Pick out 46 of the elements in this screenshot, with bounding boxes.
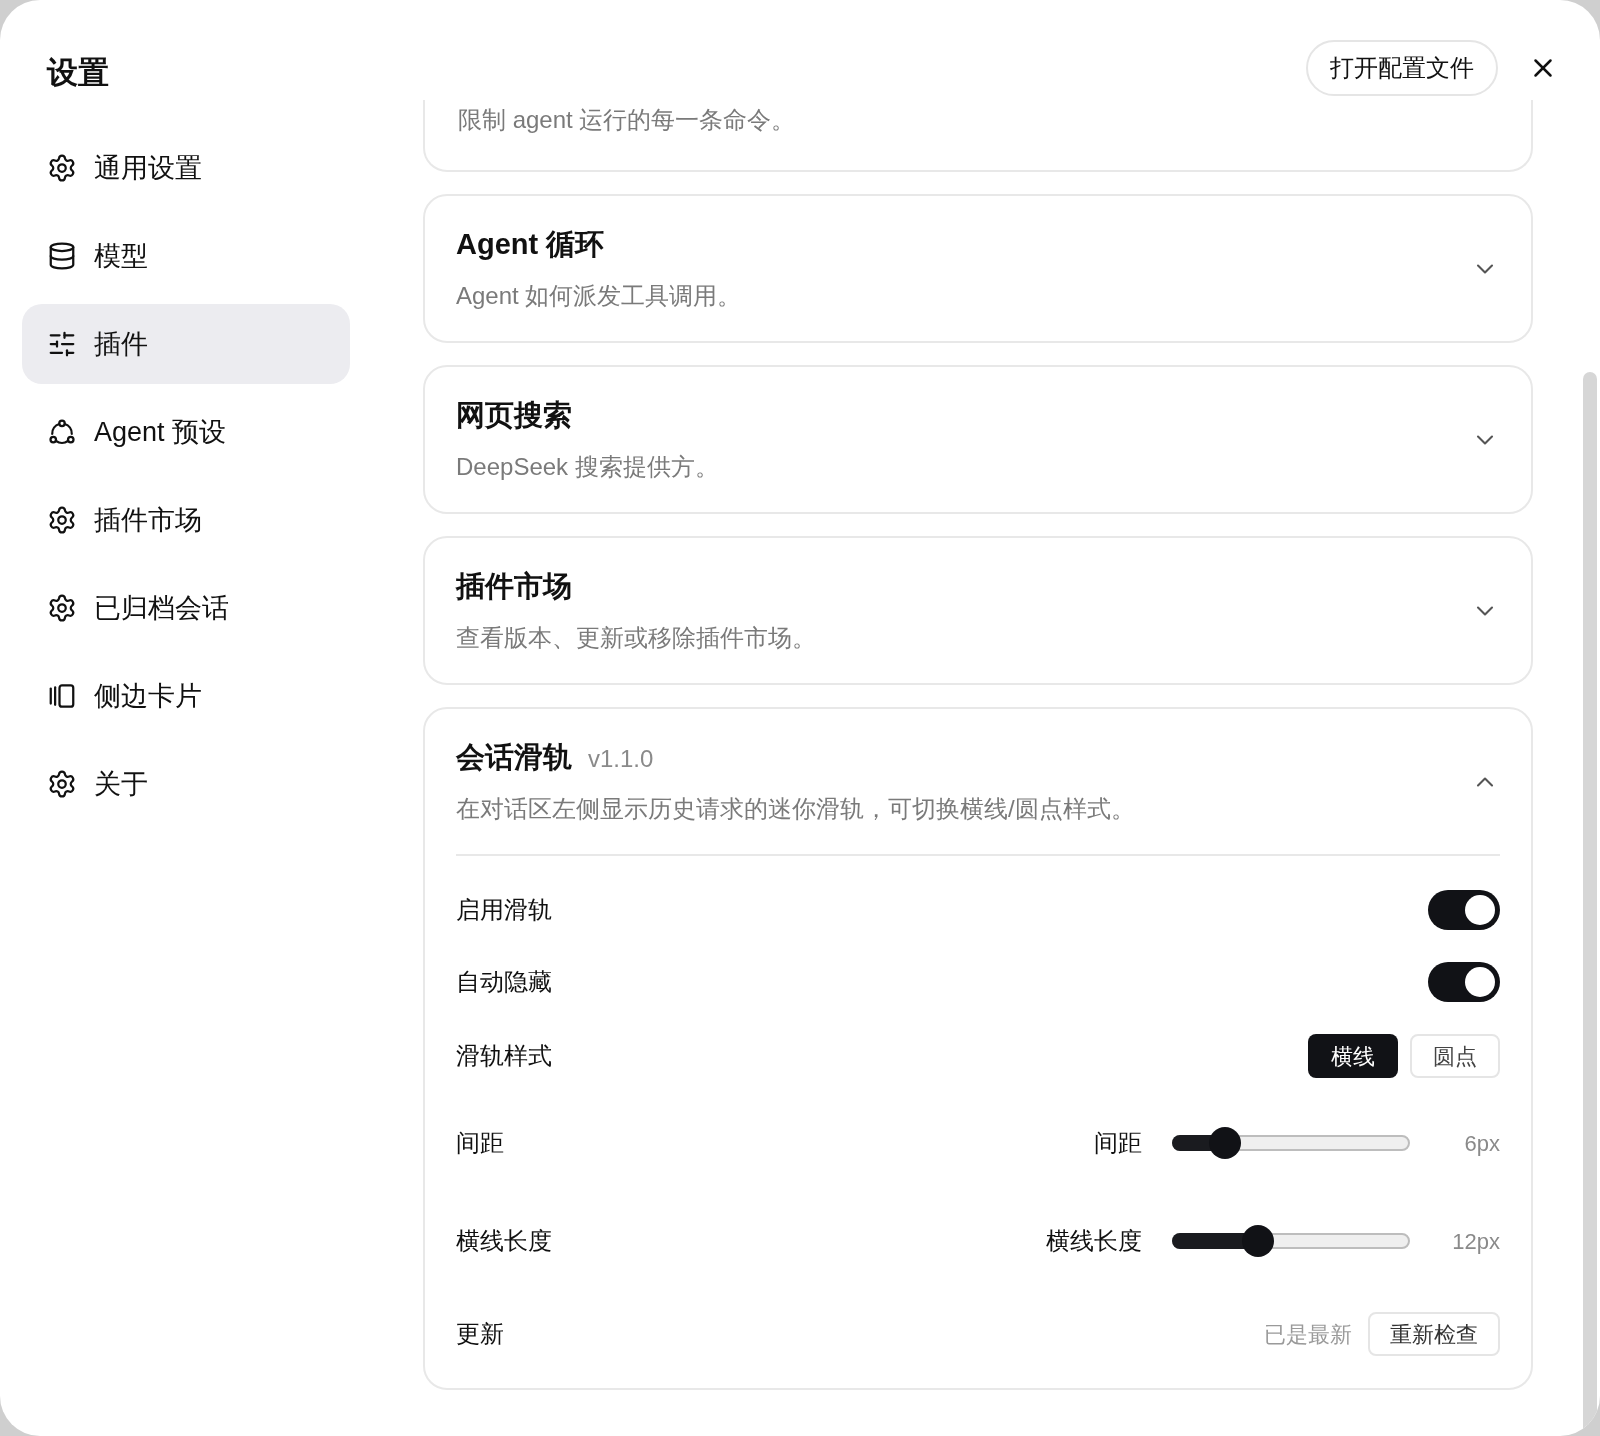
slider-thumb[interactable] [1242, 1225, 1275, 1257]
toggle-switch[interactable] [1428, 962, 1500, 1002]
toggle-switch[interactable] [1428, 890, 1500, 930]
sidebar-item[interactable]: 插件 [22, 304, 350, 384]
setting-label: 更新 [456, 1319, 504, 1349]
sidebar-item[interactable]: 模型 [22, 216, 350, 296]
sidebar-item[interactable]: 关于 [22, 744, 350, 824]
style-option[interactable]: 圆点 [1410, 1034, 1500, 1078]
setting-label: 自动隐藏 [456, 967, 552, 997]
card-title: Agent 循环 [456, 226, 605, 262]
gear-icon [47, 769, 77, 799]
sidebar-item[interactable]: 侧边卡片 [22, 656, 350, 736]
sliders-icon [47, 329, 77, 359]
slider-value: 6px [1463, 1129, 1500, 1158]
open-config-button[interactable]: 打开配置文件 [1306, 40, 1498, 96]
window-title: 设置 [47, 54, 109, 92]
sidebar-item[interactable]: 通用设置 [22, 128, 350, 208]
setting-label: 滑轨样式 [456, 1041, 552, 1071]
cards-icon [47, 681, 77, 711]
version-label: v1.1.0 [588, 743, 654, 774]
card-title: 网页搜索 [456, 397, 572, 433]
gear-icon [47, 153, 77, 183]
sidebar-item[interactable]: Agent 预设 [22, 392, 350, 472]
update-status: 已是最新 [1264, 1320, 1352, 1349]
card-description: Agent 如何派发工具调用。 [456, 281, 742, 312]
card-title: 插件市场 [456, 568, 572, 604]
card-description: 在对话区左侧显示历史请求的迷你滑轨，可切换横线/圆点样式。 [456, 794, 1135, 825]
slider-value: 12px [1451, 1227, 1500, 1256]
gear-icon [47, 593, 77, 623]
card-description: 查看版本、更新或移除插件市场。 [456, 623, 816, 654]
recheck-button[interactable]: 重新检查 [1368, 1312, 1500, 1356]
slider-thumb[interactable] [1209, 1127, 1242, 1159]
slider-label: 横线长度 [1046, 1226, 1142, 1256]
connected-nodes-icon [47, 417, 77, 447]
slider-label: 间距 [1094, 1128, 1142, 1158]
sidebar-item[interactable]: 已归档会话 [22, 568, 350, 648]
card-title: 会话滑轨 [456, 739, 572, 775]
setting-label: 间距 [456, 1128, 504, 1158]
setting-label: 横线长度 [456, 1226, 552, 1256]
card-description: 限制 agent 运行的每一条命令。 [458, 105, 796, 135]
setting-label: 启用滑轨 [456, 895, 552, 925]
database-icon [47, 241, 77, 271]
sidebar-item[interactable]: 插件市场 [22, 480, 350, 560]
card-description: DeepSeek 搜索提供方。 [456, 452, 719, 483]
style-option[interactable]: 横线 [1308, 1034, 1398, 1078]
gear-icon [47, 505, 77, 535]
